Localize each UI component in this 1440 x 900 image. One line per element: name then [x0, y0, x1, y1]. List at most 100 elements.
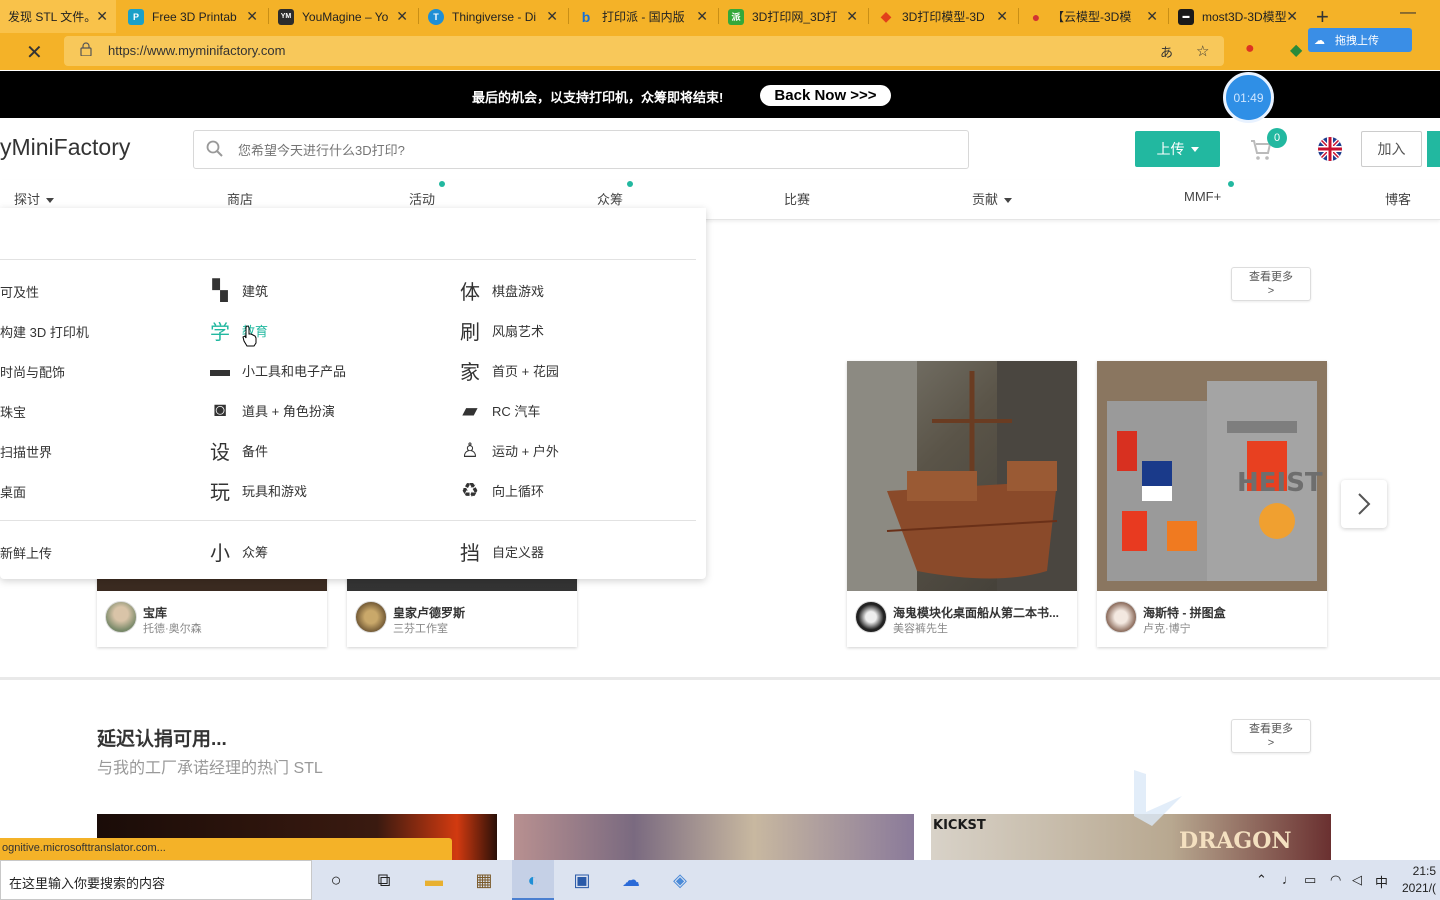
drag-upload-button[interactable]: ☁ 拖拽上传 [1308, 28, 1412, 52]
close-tab-icon[interactable]: ✕ [846, 8, 858, 25]
minimize-button[interactable]: — [1400, 4, 1416, 22]
model-title[interactable]: 海斯特 - 拼图盒 [1143, 604, 1319, 621]
translate-icon[interactable]: あ [1160, 42, 1173, 61]
dd-item-desktop[interactable]: 桌面 [0, 482, 26, 501]
notes-app-icon[interactable]: ◈ [668, 868, 692, 892]
nav-store[interactable]: 商店 [227, 189, 253, 208]
extension-adblock-icon[interactable]: ● [1245, 40, 1255, 58]
recording-timer[interactable]: 01:49 [1223, 72, 1274, 123]
volume-icon[interactable]: ◁ [1352, 872, 1362, 888]
battery-icon[interactable]: ▭ [1304, 872, 1316, 888]
microphone-icon[interactable]: ♩ [1282, 872, 1295, 887]
see-more-button[interactable]: 查看更多 > [1231, 719, 1311, 753]
baidu-netdisk-icon[interactable]: ☁ [619, 868, 643, 892]
new-tab-button[interactable]: + [1316, 4, 1329, 30]
tab-3ddayin[interactable]: 派 3D打印网_3D打 ✕ [720, 0, 866, 33]
tab-yunmodel[interactable]: ● 【云模型-3D模 ✕ [1020, 0, 1166, 33]
uk-flag-icon[interactable] [1318, 137, 1342, 161]
close-tab-icon[interactable]: ✕ [996, 8, 1008, 25]
dd-item-upcycling[interactable]: ♻ 向上循环 [458, 478, 544, 502]
app-icon[interactable]: ▦ [472, 868, 496, 892]
back-now-button[interactable]: Back Now >>> [760, 85, 891, 106]
close-tab-icon[interactable]: ✕ [1146, 8, 1158, 25]
close-tab-icon[interactable]: ✕ [396, 8, 408, 25]
upload-button[interactable]: 上传 [1135, 131, 1220, 167]
campaign-thumbnail[interactable]: KICKST DRAGON [931, 814, 1331, 860]
close-tab-icon[interactable]: ✕ [546, 8, 558, 25]
model-card[interactable]: 海鬼模块化桌面船从第二本书... 美容裤先生 [847, 361, 1077, 647]
chevron-up-icon[interactable]: ⌃ [1256, 872, 1267, 888]
search-input[interactable] [238, 139, 938, 161]
taskbar-search-box[interactable]: 在这里输入你要搜索的内容 [0, 860, 312, 900]
dd-item-sports-outdoor[interactable]: ♙ 运动 + 户外 [458, 438, 559, 462]
cortana-icon[interactable]: ○ [324, 868, 348, 892]
dd-item-props-cosplay[interactable]: ◙ 道具 + 角色扮演 [208, 398, 335, 422]
avatar[interactable] [105, 601, 137, 633]
tab-thingiverse[interactable]: T Thingiverse - Di ✕ [420, 0, 566, 33]
tab-most3d[interactable]: ▬ most3D-3D模型 ✕ [1170, 0, 1306, 33]
tab-3dmodel[interactable]: ◆ 3D打印模型-3D ✕ [870, 0, 1016, 33]
close-tab-icon[interactable]: ✕ [246, 8, 258, 25]
model-author[interactable]: 托德·奥尔森 [143, 620, 202, 636]
tab-myminifactory[interactable]: 发现 STL 文件。 ✕ [0, 0, 116, 33]
dd-item-toys-games[interactable]: 玩玩具和游戏 [208, 478, 307, 504]
tab-dayinpai[interactable]: b 打印派 - 国内版 ✕ [570, 0, 716, 33]
dd-item-jewelry[interactable]: 珠宝 [0, 402, 26, 421]
dd-item-accessibility[interactable]: 可及性 [0, 282, 39, 301]
carousel-next-button[interactable] [1341, 480, 1387, 528]
nav-contribute[interactable]: 贡献 [972, 189, 1013, 208]
close-tab-icon[interactable]: ✕ [1286, 8, 1298, 25]
nav-contests[interactable]: 比赛 [784, 189, 810, 208]
system-clock[interactable]: 21:5 2021/( [1402, 863, 1436, 897]
nav-events[interactable]: 活动 [409, 189, 435, 208]
dd-item-fresh-uploads[interactable]: 新鲜上传 [0, 543, 52, 562]
login-button[interactable] [1427, 131, 1440, 167]
avatar[interactable] [855, 601, 887, 633]
edge-browser-icon[interactable]: ◐ [521, 868, 545, 892]
model-thumbnail[interactable]: HEIST [1097, 361, 1327, 591]
dd-item-scan-world[interactable]: 扫描世界 [0, 442, 52, 461]
avatar[interactable] [355, 601, 387, 633]
model-card[interactable]: HEIST 海斯特 - 拼图盒 卢克·博宁 [1097, 361, 1327, 647]
store-icon[interactable]: ▣ [570, 868, 594, 892]
nav-blog[interactable]: 博客 [1385, 189, 1411, 208]
dd-item-customizer[interactable]: 挡自定义器 [458, 539, 544, 565]
model-title[interactable]: 皇家卢德罗斯 [393, 604, 569, 621]
close-tab-icon[interactable]: ✕ [696, 8, 708, 25]
dd-item-build-printer[interactable]: 构建 3D 打印机 [0, 322, 89, 341]
extension-icon[interactable]: ◆ [1290, 40, 1302, 60]
dd-item-gadgets[interactable]: ▬ 小工具和电子产品 [208, 358, 346, 382]
dd-item-home-garden[interactable]: 家首页 + 花园 [458, 358, 559, 384]
dd-item-rc-cars[interactable]: ▰ RC 汽车 [458, 398, 540, 422]
model-thumbnail[interactable] [847, 361, 1077, 591]
join-button[interactable]: 加入 [1361, 131, 1422, 167]
nav-crowdfunding[interactable]: 众筹 [597, 189, 623, 208]
site-logo[interactable]: yMiniFactory [0, 134, 130, 161]
url-field[interactable]: https://www.myminifactory.com あ ☆ [64, 36, 1224, 66]
favorite-star-icon[interactable]: ☆ [1196, 42, 1209, 60]
wifi-icon[interactable]: ◠ [1330, 872, 1341, 888]
model-author[interactable]: 美容裤先生 [893, 620, 948, 636]
see-more-button[interactable]: 查看更多 > [1231, 267, 1311, 301]
dd-item-fashion[interactable]: 时尚与配饰 [0, 362, 65, 381]
model-author[interactable]: 三芬工作室 [393, 620, 448, 636]
dd-item-crowdfunding[interactable]: 小众筹 [208, 539, 268, 565]
dd-item-spare-parts[interactable]: 设备件 [208, 438, 268, 464]
nav-mmf-plus[interactable]: MMF+ [1184, 189, 1221, 204]
dd-item-board-games[interactable]: 体棋盘游戏 [458, 278, 544, 304]
dd-item-education[interactable]: 学教育 [208, 318, 268, 344]
ime-indicator[interactable]: 中 [1375, 872, 1388, 891]
model-title[interactable]: 海鬼模块化桌面船从第二本书... [893, 604, 1069, 621]
task-view-icon[interactable]: ⧉ [372, 868, 396, 892]
tab-youmagine[interactable]: YM YouMagine – Yo ✕ [270, 0, 416, 33]
stop-loading-icon[interactable]: ✕ [26, 40, 43, 65]
close-tab-icon[interactable]: ✕ [96, 8, 108, 25]
model-title[interactable]: 宝库 [143, 604, 319, 621]
search-box[interactable] [193, 130, 969, 169]
file-explorer-icon[interactable]: ▬ [422, 868, 446, 892]
model-author[interactable]: 卢克·博宁 [1143, 620, 1191, 636]
tab-printables[interactable]: P Free 3D Printab ✕ [120, 0, 266, 33]
dd-item-fan-art[interactable]: 刷风扇艺术 [458, 318, 544, 344]
campaign-thumbnail[interactable] [514, 814, 914, 860]
nav-explore[interactable]: 探讨 [14, 189, 55, 208]
